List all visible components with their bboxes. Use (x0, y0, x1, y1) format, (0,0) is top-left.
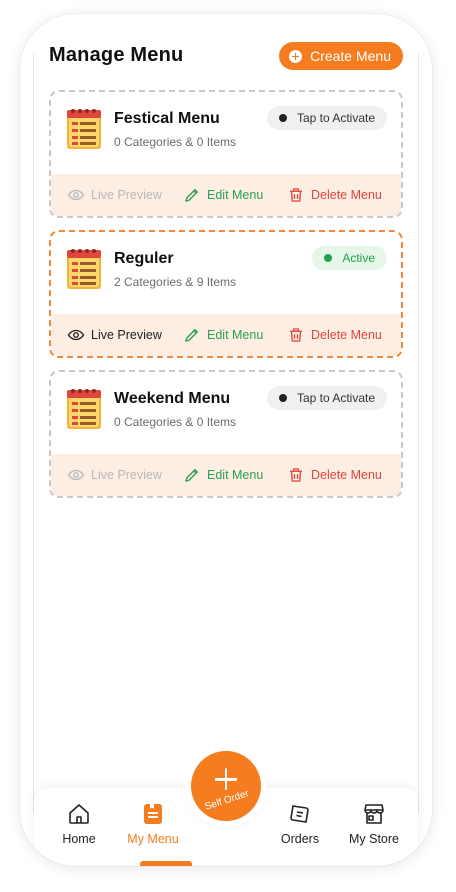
live-preview-button[interactable]: Live Preview (67, 186, 162, 204)
delete-menu-button[interactable]: Delete Menu (287, 326, 382, 344)
tab-orders[interactable]: Orders (265, 802, 335, 846)
edit-menu-label: Edit Menu (207, 328, 264, 342)
status-label: Active (342, 251, 375, 265)
delete-menu-label: Delete Menu (311, 468, 382, 482)
self-order-label: Self Order (203, 788, 251, 813)
menu-name: Festical Menu (114, 110, 220, 127)
orders-icon (290, 805, 309, 823)
tab-my-menu-label: My Menu (127, 832, 179, 846)
trash-icon (290, 328, 302, 342)
delete-menu-label: Delete Menu (311, 188, 382, 202)
eye-icon (67, 469, 85, 481)
page-title: Manage Menu (49, 44, 184, 66)
live-preview-button[interactable]: Live Preview (67, 326, 162, 344)
create-menu-button[interactable]: Create Menu (279, 42, 403, 70)
pencil-icon (185, 328, 199, 342)
home-icon (69, 804, 89, 824)
frame-edge-left (33, 54, 34, 814)
plus-icon-vertical (224, 768, 228, 790)
delete-menu-button[interactable]: Delete Menu (287, 466, 382, 484)
edit-menu-button[interactable]: Edit Menu (183, 186, 263, 204)
status-dot-icon (324, 254, 333, 262)
status-dot-icon (278, 114, 287, 122)
trash-icon (290, 468, 302, 482)
active-tab-indicator (140, 861, 192, 866)
tab-my-store-label: My Store (348, 832, 399, 846)
edit-menu-button[interactable]: Edit Menu (183, 326, 263, 344)
activate-pill[interactable]: Tap to Activate (266, 386, 387, 410)
menu-book-icon (67, 249, 101, 289)
menu-card[interactable]: Weekend Menu 0 Categories & 0 Items Tap … (49, 370, 403, 498)
create-menu-label: Create Menu (310, 48, 391, 64)
status-label: Tap to Activate (296, 111, 375, 125)
tab-orders-label: Orders (280, 832, 320, 846)
pencil-icon (185, 468, 199, 482)
menu-book-icon (144, 804, 162, 824)
edit-menu-label: Edit Menu (207, 468, 264, 482)
menu-card[interactable]: Festical Menu 0 Categories & 0 Items Tap… (49, 90, 403, 218)
menu-book-icon (67, 109, 101, 149)
tab-my-menu[interactable]: My Menu (118, 802, 188, 846)
menu-name: Reguler (114, 250, 174, 267)
add-circle-icon (289, 49, 303, 63)
header: Manage Menu Create Menu (49, 42, 403, 70)
live-preview-label: Live Preview (91, 188, 162, 202)
card-action-bar: Live Preview Edit Menu Delete Menu (51, 314, 401, 356)
status-dot-icon (278, 394, 287, 402)
menu-card[interactable]: Reguler 2 Categories & 9 Items Active Li… (49, 230, 403, 358)
edit-menu-label: Edit Menu (207, 188, 264, 202)
trash-icon (290, 188, 302, 202)
store-icon (364, 804, 384, 824)
active-pill[interactable]: Active (312, 246, 387, 270)
eye-icon (67, 329, 85, 341)
pencil-icon (185, 188, 199, 202)
edit-menu-button[interactable]: Edit Menu (183, 466, 263, 484)
card-action-bar: Live Preview Edit Menu Delete Menu (51, 454, 401, 496)
eye-icon (67, 189, 85, 201)
delete-menu-label: Delete Menu (311, 328, 382, 342)
status-label: Tap to Activate (296, 391, 375, 405)
tab-home-label: Home (62, 832, 96, 846)
tab-my-store[interactable]: My Store (339, 802, 409, 846)
menu-summary: 0 Categories & 0 Items (114, 415, 237, 429)
live-preview-label: Live Preview (91, 328, 162, 342)
activate-pill[interactable]: Tap to Activate (266, 106, 387, 130)
delete-menu-button[interactable]: Delete Menu (287, 186, 382, 204)
live-preview-label: Live Preview (91, 468, 162, 482)
menu-summary: 0 Categories & 0 Items (114, 135, 237, 149)
frame-edge-right (418, 54, 419, 814)
live-preview-button[interactable]: Live Preview (67, 466, 162, 484)
self-order-button[interactable]: Self Order (191, 751, 261, 821)
card-action-bar: Live Preview Edit Menu Delete Menu (51, 174, 401, 216)
menu-name: Weekend Menu (114, 390, 231, 407)
tab-home[interactable]: Home (44, 802, 114, 846)
menu-book-icon (67, 389, 101, 429)
phone-frame: Manage Menu Create Menu Festical Menu 0 … (20, 14, 432, 866)
menu-summary: 2 Categories & 9 Items (114, 275, 237, 289)
